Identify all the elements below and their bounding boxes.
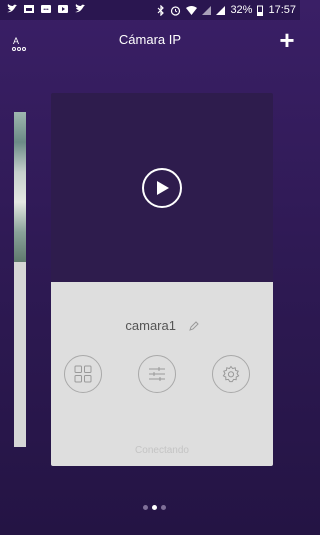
twitter-icon — [7, 4, 17, 13]
app-bar: A Cámara IP + — [0, 20, 300, 60]
grid-view-button[interactable] — [64, 355, 102, 393]
camera-name-row[interactable]: camara1 — [51, 318, 273, 333]
previous-camera-card[interactable] — [14, 112, 26, 447]
signal-icon — [216, 5, 226, 15]
adjustments-button[interactable] — [138, 355, 176, 393]
clock: 17:57 — [268, 4, 296, 16]
wifi-icon — [186, 5, 198, 15]
grid-icon — [74, 365, 92, 383]
sliders-icon — [149, 367, 165, 381]
status-bar: ••• 32% 17:57 — [0, 0, 300, 20]
battery-icon — [257, 5, 264, 16]
alarm-icon — [171, 5, 181, 16]
page-indicator — [143, 505, 166, 510]
signal-icon — [202, 5, 212, 15]
page-title: Cámara IP — [118, 32, 182, 47]
notification-icons: ••• — [6, 3, 86, 15]
camera-card: camara1 Conectando — [51, 93, 273, 466]
play-icon — [157, 181, 169, 195]
video-icon — [58, 5, 68, 13]
video-preview[interactable] — [51, 93, 273, 282]
page-dot-active[interactable] — [152, 505, 157, 510]
play-button[interactable] — [142, 168, 182, 208]
bluetooth-icon — [158, 4, 165, 16]
twitter-icon — [75, 4, 85, 13]
message-icon: ••• — [41, 5, 51, 13]
system-icons: 32% 17:57 — [157, 4, 296, 16]
settings-button[interactable] — [212, 355, 250, 393]
battery-percent: 32% — [230, 4, 253, 16]
page-dot[interactable] — [161, 505, 166, 510]
camera-name: camara1 — [125, 318, 176, 333]
gallery-icon — [24, 5, 34, 13]
gear-icon — [222, 365, 240, 383]
pencil-icon[interactable] — [188, 321, 199, 332]
connection-status: Conectando — [135, 445, 189, 456]
svg-text:•••: ••• — [43, 7, 49, 13]
add-camera-button[interactable]: + — [276, 27, 298, 53]
camera-snapshot — [14, 112, 26, 262]
camera-panel: camara1 Conectando — [51, 282, 273, 466]
page-dot[interactable] — [143, 505, 148, 510]
